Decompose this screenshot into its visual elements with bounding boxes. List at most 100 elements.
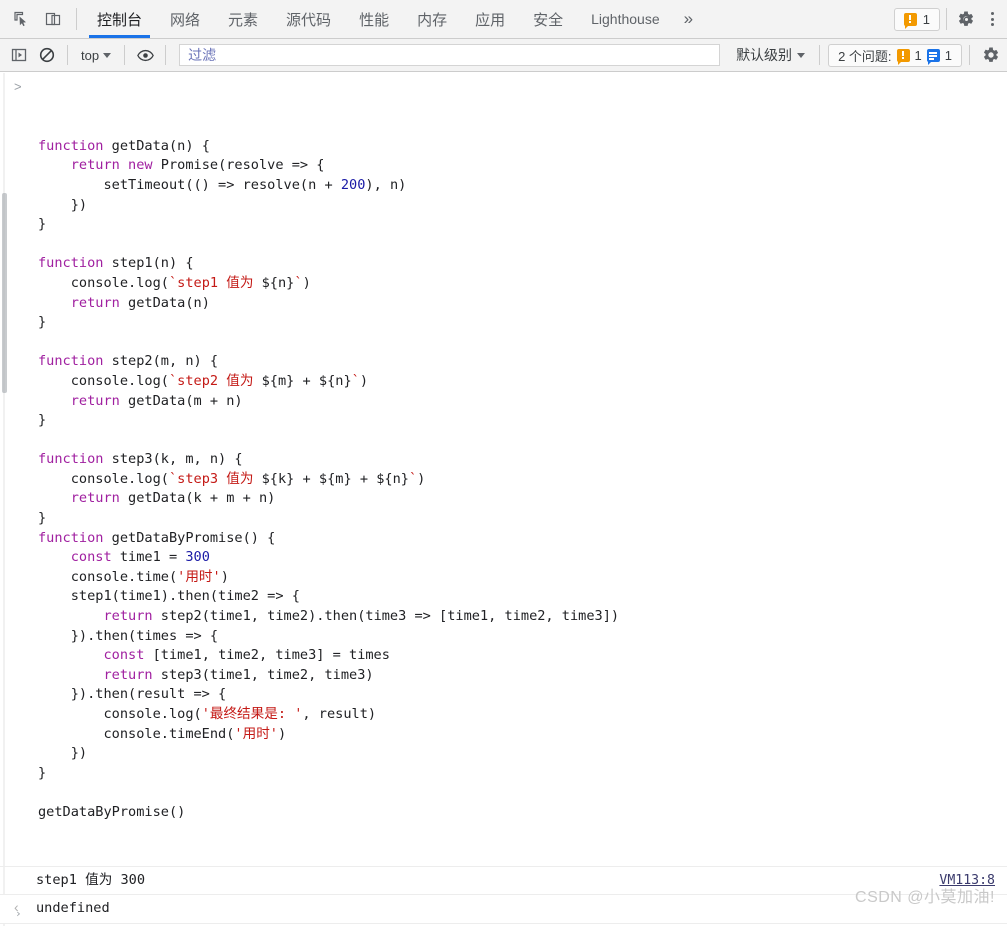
code-line: }) xyxy=(38,196,1007,216)
code-token: `step2 值为 xyxy=(168,372,262,389)
source-link[interactable]: VM113:8 xyxy=(939,871,995,891)
code-token: } xyxy=(38,412,47,429)
code-token: `step3 值为 xyxy=(168,470,262,487)
code-line: }).then(result => { xyxy=(38,685,1007,705)
tab-console[interactable]: 控制台 xyxy=(83,0,156,38)
tab-security-label: 安全 xyxy=(533,11,564,29)
console-input-code: function getData(n) { return new Promise… xyxy=(38,137,1007,823)
console-body[interactable]: > function getData(n) { return new Promi… xyxy=(0,73,1007,926)
console-filter-toolbar: top 过滤 默认级别 2 个问题: 1 1 xyxy=(0,39,1007,72)
code-line: } xyxy=(38,764,1007,784)
tab-elements[interactable]: 元素 xyxy=(214,0,272,38)
chevron-down-icon xyxy=(797,52,806,58)
eye-icon[interactable] xyxy=(132,42,158,68)
code-token: return xyxy=(70,294,120,311)
code-token: [time1, time2, time3] = times xyxy=(144,647,390,664)
kebab-menu-icon[interactable] xyxy=(981,6,1003,32)
tab-lighthouse[interactable]: Lighthouse xyxy=(577,0,674,38)
tab-console-label: 控制台 xyxy=(97,11,143,29)
code-line: return step3(time1, time2, time3) xyxy=(38,666,1007,686)
execution-context-label: top xyxy=(81,47,100,63)
code-line: step1(time1).then(time2 => { xyxy=(38,587,1007,607)
code-token: console.log( xyxy=(38,274,169,291)
code-line: function getDataByPromise() { xyxy=(38,529,1007,549)
warning-icon xyxy=(903,12,917,29)
warning-badge[interactable]: 1 xyxy=(893,7,940,31)
code-token: console.timeEnd( xyxy=(38,725,235,742)
tab-performance-label: 性能 xyxy=(359,11,390,29)
code-token: return xyxy=(70,392,120,409)
console-input-echo: > function getData(n) { return new Promi… xyxy=(0,73,1007,866)
code-token: ) xyxy=(302,274,311,291)
execution-context-selector[interactable]: top xyxy=(75,46,117,65)
code-token: step3(k, m, n) { xyxy=(103,451,243,468)
tabbar-divider xyxy=(76,8,77,30)
code-token: ${n} xyxy=(261,274,295,291)
device-toolbar-icon[interactable] xyxy=(40,6,66,32)
console-result-row[interactable]: ‹ undefined xyxy=(0,894,1007,923)
code-token: ) xyxy=(359,372,369,389)
console-output-list: step1 值为 300VM113:8‹undefinedstep2 值为 30… xyxy=(0,865,1007,926)
tab-network-label: 网络 xyxy=(170,11,201,29)
code-line: return new Promise(resolve => { xyxy=(38,156,1007,176)
code-token: getData(n) { xyxy=(103,137,210,154)
inspect-element-icon[interactable] xyxy=(8,6,34,32)
code-token: ` xyxy=(294,274,303,291)
code-token: console.log( xyxy=(38,372,169,389)
console-settings-gear-icon[interactable] xyxy=(979,43,1003,67)
tab-sources[interactable]: 源代码 xyxy=(272,0,345,38)
code-token: return xyxy=(70,490,120,507)
code-line: return getData(n) xyxy=(38,294,1007,314)
issues-info-count: 1 xyxy=(944,47,952,63)
issues-badge[interactable]: 2 个问题: 1 1 xyxy=(828,43,962,67)
code-token: return xyxy=(103,666,153,683)
chevron-down-icon xyxy=(103,52,112,58)
code-token: time1 = xyxy=(111,549,186,566)
code-token: ${m} + ${n} xyxy=(261,372,352,389)
log-level-selector[interactable]: 默认级别 xyxy=(730,43,811,67)
filterbar-divider-5 xyxy=(969,45,970,65)
code-token: '最终结果是: ' xyxy=(201,706,303,722)
console-log-row[interactable]: step1 值为 300 VM113:8 xyxy=(0,865,1007,895)
code-line: function getData(n) { xyxy=(38,137,1007,157)
code-token: ` xyxy=(408,470,418,487)
tab-performance[interactable]: 性能 xyxy=(345,0,403,38)
code-token: function xyxy=(38,137,104,154)
code-token: getData(n) xyxy=(119,294,210,311)
tab-application[interactable]: 应用 xyxy=(461,0,519,38)
code-token: getData(k + m + n) xyxy=(119,490,276,507)
clear-console-icon[interactable] xyxy=(34,42,60,68)
code-line: console.time('用时') xyxy=(38,568,1007,588)
warning-icon xyxy=(896,48,910,65)
code-line: } xyxy=(38,411,1007,431)
prompt-arrow-icon: > xyxy=(14,79,22,94)
code-token: return xyxy=(103,608,153,625)
code-token: } xyxy=(38,216,47,233)
code-token: ) xyxy=(417,470,426,487)
tab-security[interactable]: 安全 xyxy=(519,0,577,38)
code-line: function step2(m, n) { xyxy=(38,352,1007,372)
gear-icon[interactable] xyxy=(953,6,979,32)
tab-network[interactable]: 网络 xyxy=(156,0,214,38)
code-token: getDataByPromise() { xyxy=(103,529,276,546)
more-tabs-icon[interactable]: » xyxy=(674,0,703,38)
code-token: console.log( xyxy=(38,706,202,722)
code-line: function step1(n) { xyxy=(38,254,1007,274)
filter-input[interactable]: 过滤 xyxy=(179,44,721,66)
code-token: function xyxy=(38,353,104,370)
code-token: `step1 值为 xyxy=(168,274,262,291)
console-sidebar-icon[interactable] xyxy=(6,42,32,68)
console-prompt-caret: › xyxy=(15,907,22,921)
code-token: } xyxy=(38,314,47,331)
code-token: getDataByPromise() xyxy=(38,803,186,820)
code-token: }).then(result => { xyxy=(38,686,227,703)
code-token: console.log( xyxy=(38,470,169,487)
code-token: console.time( xyxy=(38,568,178,585)
tab-memory[interactable]: 内存 xyxy=(403,0,461,38)
